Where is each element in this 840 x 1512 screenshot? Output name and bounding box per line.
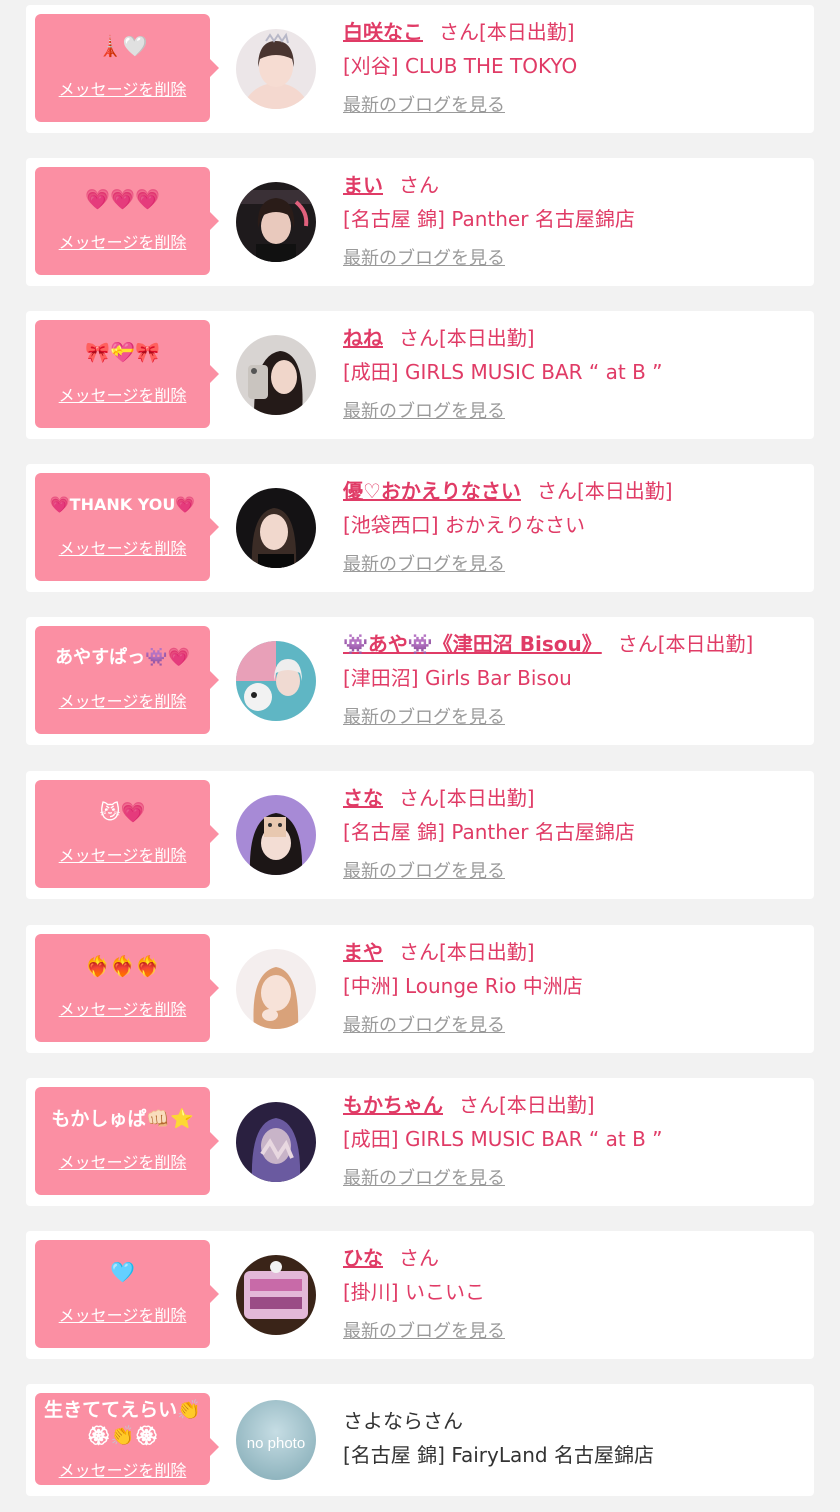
message-text: 🗼🤍 xyxy=(97,34,148,58)
honorific: さん xyxy=(399,786,439,810)
message-bubble: 生きててえらい👏🏵👏🏵 メッセージを削除 xyxy=(35,1393,219,1485)
message-card: あやすぱっ👾💗 メッセージを削除 👾あや👾《津田沼 Bisou》 さん[本日出勤]… xyxy=(26,617,814,745)
honorific: さん xyxy=(423,1409,463,1433)
shop-name: [名古屋 錦] Panther 名古屋錦店 xyxy=(343,820,635,844)
status-badge: [本日出勤] xyxy=(576,479,673,503)
message-bubble: もかしゅぱ👊🏻⭐ メッセージを削除 xyxy=(35,1087,219,1195)
shop-name: [津田沼] Girls Bar Bisou xyxy=(343,666,572,690)
delete-message-link[interactable]: メッセージを削除 xyxy=(35,1457,210,1481)
honorific: さん xyxy=(459,1093,499,1117)
status-badge: [本日出勤] xyxy=(439,940,535,964)
avatar-placeholder-text: no photo xyxy=(247,1435,305,1452)
honorific: さん xyxy=(399,1246,439,1270)
latest-blog-link[interactable]: 最新のブログを見る xyxy=(343,857,505,883)
shop-name: [名古屋 錦] FairyLand 名古屋錦店 xyxy=(343,1443,654,1467)
latest-blog-link[interactable]: 最新のブログを見る xyxy=(343,1317,505,1343)
honorific: さん xyxy=(617,632,658,656)
avatar[interactable] xyxy=(236,795,316,875)
cast-name-link[interactable]: さな xyxy=(343,786,383,810)
delete-message-link[interactable]: メッセージを削除 xyxy=(35,1149,210,1173)
message-card: 😼💗 メッセージを削除 さな さん[本日出勤] [名古屋 錦] Panther 名… xyxy=(26,771,814,899)
status-badge: [本日出勤] xyxy=(479,20,575,44)
cast-name-link[interactable]: もかちゃん xyxy=(343,1093,443,1117)
cast-name-link[interactable]: ひな xyxy=(343,1246,383,1270)
message-bubble: 🗼🤍 メッセージを削除 xyxy=(35,14,219,122)
delete-message-link[interactable]: メッセージを削除 xyxy=(35,1302,210,1326)
latest-blog-link[interactable]: 最新のブログを見る xyxy=(343,1011,505,1037)
message-text: あやすぱっ👾💗 xyxy=(55,647,190,668)
message-card: ❤️‍🔥❤️‍🔥❤️‍🔥 メッセージを削除 まや さん[本日出勤] [中洲] Lo… xyxy=(26,925,814,1053)
status-badge: [本日出勤] xyxy=(657,632,754,656)
message-text: 🩵 xyxy=(110,1260,135,1284)
message-bubble: 💗THANK YOU💗 メッセージを削除 xyxy=(35,473,219,581)
delete-message-link[interactable]: メッセージを削除 xyxy=(35,229,210,253)
message-bubble: 😼💗 メッセージを削除 xyxy=(35,780,219,888)
latest-blog-link[interactable]: 最新のブログを見る xyxy=(343,244,505,270)
message-card: 🎀💝🎀 メッセージを削除 ねね さん[本日出勤] [成田] GIRLS MUSIC… xyxy=(26,311,814,439)
message-text: ❤️‍🔥❤️‍🔥❤️‍🔥 xyxy=(85,954,160,978)
cast-name-link[interactable]: 👾あや👾《津田沼 Bisou》 xyxy=(343,632,602,656)
latest-blog-link[interactable]: 最新のブログを見る xyxy=(343,397,505,423)
message-text: 🎀💝🎀 xyxy=(85,340,160,364)
message-text: 😼💗 xyxy=(99,800,146,824)
message-list: 🗼🤍 メッセージを削除 白咲なこ さん[本日出勤] [刈谷] CLUB THE T… xyxy=(0,0,840,1512)
delete-message-link[interactable]: メッセージを削除 xyxy=(35,688,210,712)
message-card: 生きててえらい👏🏵👏🏵 メッセージを削除 no photo さよならさん [名古… xyxy=(26,1384,814,1496)
cast-name-link[interactable]: 優♡おかえりなさい xyxy=(343,479,521,503)
delete-message-link[interactable]: メッセージを削除 xyxy=(35,76,210,100)
avatar[interactable] xyxy=(236,641,316,721)
message-bubble: 💗💗💗 メッセージを削除 xyxy=(35,167,219,275)
avatar[interactable] xyxy=(236,182,316,262)
cast-name: さよなら xyxy=(343,1409,423,1433)
cast-name-link[interactable]: まい xyxy=(343,173,383,197)
cast-name-link[interactable]: まや xyxy=(343,940,383,964)
avatar[interactable] xyxy=(236,488,316,568)
latest-blog-link[interactable]: 最新のブログを見る xyxy=(343,1164,505,1190)
avatar[interactable] xyxy=(236,29,316,109)
avatar[interactable] xyxy=(236,949,316,1029)
message-bubble: あやすぱっ👾💗 メッセージを削除 xyxy=(35,626,219,734)
message-card: 🩵 メッセージを削除 ひな さん [掛川] いこいこ 最新のブログを見る xyxy=(26,1231,814,1359)
delete-message-link[interactable]: メッセージを削除 xyxy=(35,996,210,1020)
cast-name-link[interactable]: 白咲なこ xyxy=(343,20,423,44)
message-text: 生きててえらい👏🏵👏🏵 xyxy=(44,1399,201,1447)
message-text: 💗THANK YOU💗 xyxy=(49,495,196,514)
shop-name: [中洲] Lounge Rio 中洲店 xyxy=(343,974,583,998)
honorific: さん xyxy=(439,20,479,44)
shop-name: [刈谷] CLUB THE TOKYO xyxy=(343,54,578,78)
message-card: 💗💗💗 メッセージを削除 まい さん [名古屋 錦] Panther 名古屋錦店 … xyxy=(26,158,814,286)
delete-message-link[interactable]: メッセージを削除 xyxy=(35,842,210,866)
honorific: さん xyxy=(399,173,439,197)
status-badge: [本日出勤] xyxy=(499,1093,595,1117)
shop-name: [池袋西口] おかえりなさい xyxy=(343,513,585,537)
delete-message-link[interactable]: メッセージを削除 xyxy=(35,535,210,559)
shop-name: [成田] GIRLS MUSIC BAR “ at B ” xyxy=(343,1127,663,1151)
delete-message-link[interactable]: メッセージを削除 xyxy=(35,382,210,406)
honorific: さん xyxy=(536,479,577,503)
shop-name: [成田] GIRLS MUSIC BAR “ at B ” xyxy=(343,360,663,384)
latest-blog-link[interactable]: 最新のブログを見る xyxy=(343,550,505,576)
latest-blog-link[interactable]: 最新のブログを見る xyxy=(343,703,505,729)
status-badge: [本日出勤] xyxy=(439,786,535,810)
avatar[interactable] xyxy=(236,1102,316,1182)
avatar[interactable] xyxy=(236,1255,316,1335)
honorific: さん xyxy=(399,326,439,350)
message-card: もかしゅぱ👊🏻⭐ メッセージを削除 もかちゃん さん[本日出勤] [成田] GIR… xyxy=(26,1078,814,1206)
message-text: 💗💗💗 xyxy=(85,187,160,211)
shop-name: [名古屋 錦] Panther 名古屋錦店 xyxy=(343,207,635,231)
message-card: 💗THANK YOU💗 メッセージを削除 優♡おかえりなさい さん[本日出勤] [… xyxy=(26,464,814,592)
no-photo-avatar: no photo xyxy=(236,1400,316,1480)
message-card: 🗼🤍 メッセージを削除 白咲なこ さん[本日出勤] [刈谷] CLUB THE T… xyxy=(26,5,814,133)
message-text: もかしゅぱ👊🏻⭐ xyxy=(51,1108,194,1130)
latest-blog-link[interactable]: 最新のブログを見る xyxy=(343,91,505,117)
honorific: さん xyxy=(399,940,439,964)
message-bubble: 🎀💝🎀 メッセージを削除 xyxy=(35,320,219,428)
cast-name-link[interactable]: ねね xyxy=(343,326,383,350)
status-badge: [本日出勤] xyxy=(439,326,535,350)
message-bubble: 🩵 メッセージを削除 xyxy=(35,1240,219,1348)
shop-name: [掛川] いこいこ xyxy=(343,1280,485,1304)
message-bubble: ❤️‍🔥❤️‍🔥❤️‍🔥 メッセージを削除 xyxy=(35,934,219,1042)
avatar[interactable] xyxy=(236,335,316,415)
